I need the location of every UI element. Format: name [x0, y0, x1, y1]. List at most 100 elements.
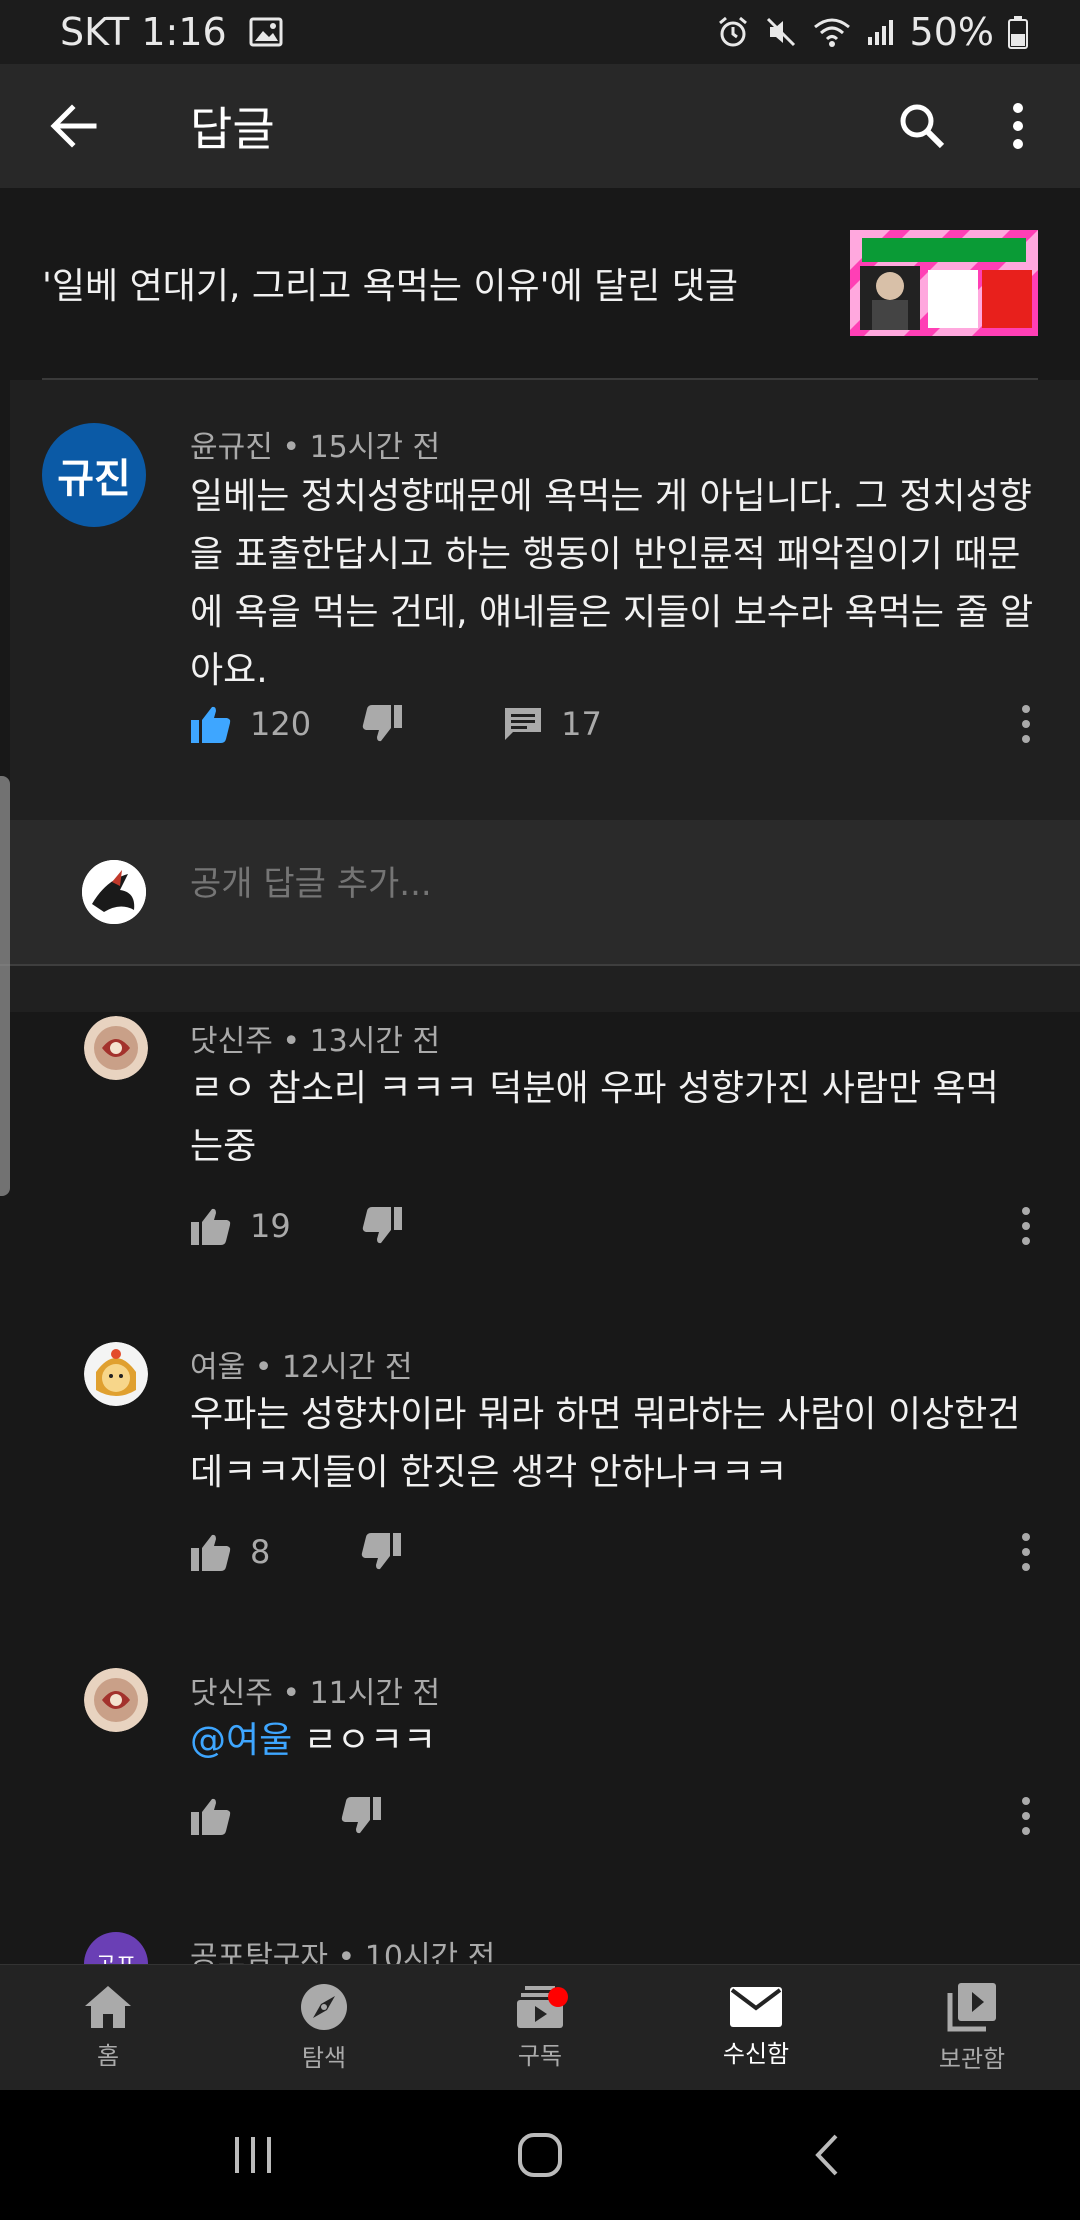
reply-author-line[interactable]: 닷신주 • 11시간 전	[190, 1668, 440, 1712]
like-button[interactable]	[190, 1796, 232, 1836]
mention-link[interactable]: @여울	[190, 1720, 292, 1761]
more-vert-icon	[1013, 103, 1023, 149]
thumbs-up-icon	[191, 1208, 231, 1245]
video-context-text: '일베 연대기, 그리고 욕먹는 이유'에 달린 댓글	[42, 266, 739, 307]
like-button[interactable]: 8	[190, 1532, 270, 1572]
avatar-text: 규진	[57, 456, 131, 502]
system-navigation	[0, 2090, 1080, 2220]
like-count: 19	[250, 1207, 291, 1245]
nav-inbox[interactable]: 수신함	[648, 1965, 864, 2090]
reply-actions: 8	[190, 1532, 402, 1572]
back-button[interactable]	[34, 86, 114, 166]
search-icon	[900, 104, 945, 149]
avatar[interactable]: 공포	[84, 1932, 148, 1964]
reply-more-button[interactable]	[1006, 1522, 1046, 1582]
arrow-left-icon	[50, 104, 97, 148]
thumbs-down-icon	[362, 1207, 402, 1244]
signal-icon	[866, 17, 896, 47]
page-title: 답글	[190, 102, 275, 156]
wifi-icon	[812, 15, 852, 49]
more-vert-icon	[1022, 705, 1030, 743]
nav-explore[interactable]: 탐색	[216, 1965, 432, 2090]
library-icon	[947, 1983, 996, 2032]
reply-more-button[interactable]	[1006, 1196, 1046, 1256]
dislike-button[interactable]	[361, 704, 403, 744]
more-options-button[interactable]	[970, 78, 1066, 174]
nav-label: 보관함	[938, 2045, 1006, 2073]
nav-subscriptions[interactable]: 구독	[432, 1965, 648, 2090]
nav-label: 수신함	[722, 2040, 790, 2068]
reply-actions: 19	[190, 1206, 403, 1246]
reply-author-line[interactable]: 여울 • 12시간 전	[190, 1342, 412, 1386]
video-thumbnail[interactable]	[850, 230, 1038, 336]
home-system-button[interactable]	[480, 2110, 600, 2200]
comment-more-button[interactable]	[1006, 694, 1046, 754]
more-vert-icon	[1022, 1533, 1030, 1571]
like-button[interactable]: 19	[190, 1206, 291, 1246]
add-reply-row	[10, 820, 1080, 964]
alarm-icon	[716, 15, 750, 49]
avatar-text: 공포	[96, 1948, 136, 1964]
recent-apps-button[interactable]	[193, 2110, 313, 2200]
dislike-button[interactable]	[361, 1206, 403, 1246]
divider	[0, 964, 1080, 966]
comment-icon	[505, 708, 542, 740]
comment-actions: 120 17	[190, 704, 602, 744]
chevron-left-icon	[814, 2134, 838, 2176]
reply-input[interactable]	[190, 864, 890, 904]
nav-library[interactable]: 보관함	[864, 1965, 1080, 2090]
inbox-icon	[730, 1987, 782, 2027]
nav-label: 탐색	[301, 2044, 347, 2072]
reply-text-body: ㄹㅇㅋㅋ	[292, 1720, 437, 1761]
nav-label: 홈	[96, 2042, 120, 2070]
recents-icon	[235, 2137, 272, 2173]
gallery-icon	[249, 17, 283, 47]
dislike-button[interactable]	[340, 1796, 382, 1836]
reply-text: ㄹㅇ 참소리 ㅋㅋㅋ 덕분애 우파 성향가진 사람만 욕먹는중	[190, 1068, 999, 1167]
more-vert-icon	[1022, 1797, 1030, 1835]
reply-text: 우파는 성향차이라 뭐라 하면 뭐라하는 사람이 이상한건데ㅋㅋ지들이 한짓은 …	[190, 1394, 1021, 1493]
thumbs-down-icon	[341, 1797, 381, 1834]
explore-icon	[301, 1984, 347, 2030]
comment-text: 일베는 정치성향때문에 욕먹는 게 아닙니다. 그 정치성향을 표출한답시고 하…	[190, 476, 1034, 691]
comment-author-line[interactable]: 윤규진 • 15시간 전	[190, 422, 440, 466]
home-circle-icon	[517, 2133, 562, 2177]
back-system-button[interactable]	[767, 2110, 887, 2200]
scrollbar[interactable]	[0, 776, 10, 1196]
dislike-button[interactable]	[360, 1532, 402, 1572]
notification-dot	[548, 1987, 568, 2007]
reply-count-button[interactable]: 17	[503, 705, 602, 743]
reply-more-button[interactable]	[1006, 1786, 1046, 1846]
carrier-time: SKT 1:16	[60, 10, 227, 54]
like-button[interactable]: 120	[190, 704, 311, 744]
reply-author-line[interactable]: 공포탐구자 • 10시간 전	[190, 1932, 495, 1964]
more-vert-icon	[1022, 1207, 1030, 1245]
avatar[interactable]	[84, 1016, 148, 1080]
avatar[interactable]	[84, 1342, 148, 1406]
like-count: 120	[250, 705, 312, 743]
reply-count: 17	[561, 705, 602, 743]
reply-actions	[190, 1796, 382, 1836]
like-count: 8	[250, 1533, 271, 1571]
search-button[interactable]	[874, 78, 970, 174]
thumbs-up-icon	[191, 1534, 231, 1571]
battery-text: 50%	[909, 10, 994, 54]
reply-text: @여울 ㄹㅇㅋㅋ	[190, 1712, 1030, 1770]
my-avatar	[82, 860, 146, 924]
battery-icon	[1008, 15, 1028, 49]
thumbs-down-icon	[362, 705, 403, 742]
reply-author-line[interactable]: 닷신주 • 13시간 전	[190, 1016, 440, 1060]
status-bar: SKT 1:16 50%	[0, 0, 1080, 64]
thumbs-up-icon	[191, 1798, 231, 1835]
app-bar: 답글	[0, 64, 1080, 188]
thumbs-down-icon	[362, 1533, 402, 1570]
thumbs-up-icon	[191, 706, 231, 743]
nav-home[interactable]: 홈	[0, 1965, 216, 2090]
avatar[interactable]	[84, 1668, 148, 1732]
mute-icon	[764, 15, 798, 49]
bottom-navigation: 홈 탐색 구독 수신함 보관함	[0, 1964, 1080, 2090]
home-icon	[85, 1986, 131, 2028]
nav-label: 구독	[517, 2042, 563, 2070]
avatar[interactable]: 규진	[42, 423, 146, 527]
reply-thread: '일베 연대기, 그리고 욕먹는 이유'에 달린 댓글 규진 윤규진 • 15시…	[0, 188, 1080, 1964]
